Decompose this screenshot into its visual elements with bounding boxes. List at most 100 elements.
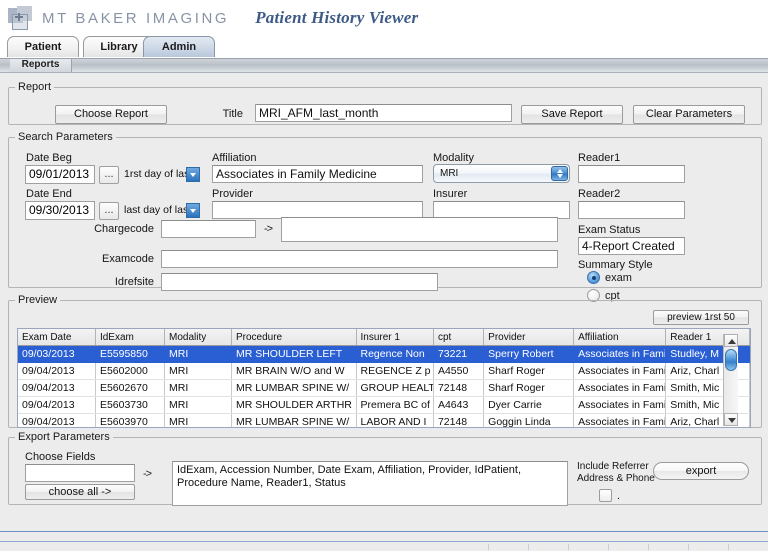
cell-modality: MRI (164, 362, 232, 380)
cell-affiliation: Associates in Fami (573, 345, 667, 363)
date-end-picker-button[interactable]: ... (99, 202, 119, 220)
idrefsite-input[interactable] (161, 273, 438, 291)
chevron-down-icon[interactable] (186, 167, 200, 182)
export-button[interactable]: export (653, 462, 749, 480)
table-row[interactable]: 09/04/2013 E5602000 MRI MR BRAIN W/O and… (18, 362, 750, 380)
col-affiliation[interactable]: Affiliation (573, 329, 667, 346)
reader2-input[interactable] (578, 201, 685, 219)
cell-idexam: E5595850 (95, 345, 166, 363)
export-arrow: -> (143, 468, 152, 480)
chargecode-arrow: -> (264, 223, 273, 235)
page-title: Patient History Viewer (255, 8, 419, 27)
cell-modality: MRI (164, 345, 232, 363)
cell-insurer: LABOR AND I (356, 413, 434, 427)
stepper-arrows-icon[interactable] (551, 166, 568, 181)
include-referrer-checkbox[interactable] (599, 489, 612, 502)
checkbox-suffix-label: . (617, 490, 621, 502)
summary-style-label: Summary Style (578, 259, 653, 271)
cell-cpt: 72148 (433, 413, 485, 427)
cell-cpt: A4550 (433, 362, 485, 380)
choose-fields-input[interactable] (25, 464, 135, 482)
scroll-up-arrow-icon[interactable] (724, 334, 738, 347)
table-row[interactable]: 09/04/2013 E5603730 MRI MR SHOULDER ARTH… (18, 396, 750, 414)
cell-provider: Sharf Roger (483, 362, 575, 380)
title-label: Title (222, 108, 243, 120)
cell-exam-date: 09/04/2013 (18, 413, 96, 427)
save-report-button[interactable]: Save Report (521, 105, 623, 124)
sub-tabbar: Reports (0, 58, 768, 73)
scrollbar-thumb[interactable] (725, 349, 737, 371)
scroll-down-arrow-icon[interactable] (724, 413, 738, 426)
cell-procedure: MR LUMBAR SPINE W/ (231, 379, 357, 397)
choose-fields-label: Choose Fields (25, 451, 96, 463)
date-beg-picker-button[interactable]: ... (99, 166, 119, 184)
cell-insurer: GROUP HEALT (356, 379, 434, 397)
app-header: MT BAKER IMAGING Patient History Viewer (0, 0, 768, 36)
export-fields-list[interactable]: IdExam, Accession Number, Date Exam, Aff… (172, 461, 568, 506)
cell-provider: Goggin Linda (483, 413, 575, 427)
title-input[interactable]: MRI_AFM_last_month (255, 104, 512, 122)
chargecode-input[interactable] (161, 220, 256, 238)
date-end-label: Date End (26, 188, 72, 200)
include-referrer-label-line1: Include Referrer (577, 461, 649, 472)
date-end-input[interactable]: 09/30/2013 (25, 201, 95, 220)
idrefsite-label: Idrefsite (114, 276, 154, 288)
affiliation-input[interactable]: Associates in Family Medicine (212, 165, 423, 183)
affiliation-label: Affiliation (212, 152, 257, 164)
col-exam-date[interactable]: Exam Date (18, 329, 96, 346)
date-beg-preset-dropdown[interactable]: 1rst day of last m (122, 166, 200, 184)
date-beg-input[interactable]: 09/01/2013 (25, 165, 95, 184)
tab-admin[interactable]: Admin (143, 36, 215, 57)
preview-table[interactable]: Exam Date IdExam Modality Procedure Insu… (17, 328, 751, 428)
cell-idexam: E5602670 (95, 379, 166, 397)
preview-first-50-button[interactable]: preview 1rst 50 (653, 310, 749, 325)
date-end-preset-dropdown[interactable]: last day of last m (122, 202, 200, 220)
cell-procedure: MR LUMBAR SPINE W/ (231, 413, 357, 427)
include-referrer-label-line2: Address & Phone (577, 473, 655, 484)
cell-idexam: E5603970 (95, 413, 166, 427)
reader1-label: Reader1 (578, 152, 621, 164)
cell-affiliation: Associates in Fami (573, 413, 667, 427)
table-row[interactable]: 09/03/2013 E5595850 MRI MR SHOULDER LEFT… (18, 345, 750, 363)
cell-affiliation: Associates in Fami (573, 362, 667, 380)
reader1-input[interactable] (578, 165, 685, 183)
chevron-down-icon[interactable] (186, 203, 200, 218)
cell-exam-date: 09/04/2013 (18, 362, 96, 380)
chargecode-target-input[interactable] (281, 217, 558, 242)
subtab-reports[interactable]: Reports (10, 59, 72, 72)
col-idexam[interactable]: IdExam (95, 329, 166, 346)
export-group-legend: Export Parameters (18, 431, 110, 443)
cell-idexam: E5603730 (95, 396, 166, 414)
chargecode-label: Chargecode (94, 223, 154, 235)
date-beg-label: Date Beg (26, 152, 72, 164)
col-insurer-1[interactable]: Insurer 1 (356, 329, 434, 346)
col-provider[interactable]: Provider (483, 329, 575, 346)
cell-provider: Sharf Roger (483, 379, 575, 397)
cell-exam-date: 09/03/2013 (18, 345, 96, 363)
clear-parameters-button[interactable]: Clear Parameters (633, 105, 745, 124)
cell-exam-date: 09/04/2013 (18, 379, 96, 397)
search-group-legend: Search Parameters (18, 131, 113, 143)
exam-status-input[interactable]: 4-Report Created (578, 237, 685, 255)
preview-vertical-scrollbar[interactable] (723, 334, 738, 426)
examcode-input[interactable] (161, 250, 558, 268)
overlapping-squares-logo-icon (8, 6, 34, 30)
choose-report-button[interactable]: Choose Report (55, 105, 167, 124)
table-row[interactable]: 09/04/2013 E5602670 MRI MR LUMBAR SPINE … (18, 379, 750, 397)
cell-insurer: REGENCE Z p (356, 362, 434, 380)
col-modality[interactable]: Modality (164, 329, 232, 346)
search-parameters-group: Search Parameters Date Beg 09/01/2013 ..… (8, 131, 762, 302)
preview-grid: Exam Date IdExam Modality Procedure Insu… (18, 329, 750, 427)
col-cpt[interactable]: cpt (433, 329, 485, 346)
footer-divider-2 (0, 541, 768, 542)
modality-dropdown[interactable]: MRI (433, 164, 570, 183)
table-header-row: Exam Date IdExam Modality Procedure Insu… (18, 329, 750, 346)
cell-procedure: MR BRAIN W/O and W (231, 362, 357, 380)
table-row[interactable]: 09/04/2013 E5603970 MRI MR LUMBAR SPINE … (18, 413, 750, 427)
choose-all-button[interactable]: choose all -> (25, 484, 135, 500)
tab-patient[interactable]: Patient (7, 36, 79, 57)
summary-style-radio-exam[interactable] (587, 271, 600, 284)
col-procedure[interactable]: Procedure (231, 329, 357, 346)
cell-affiliation: Associates in Fami (573, 379, 667, 397)
cell-cpt: 73221 (433, 345, 485, 363)
